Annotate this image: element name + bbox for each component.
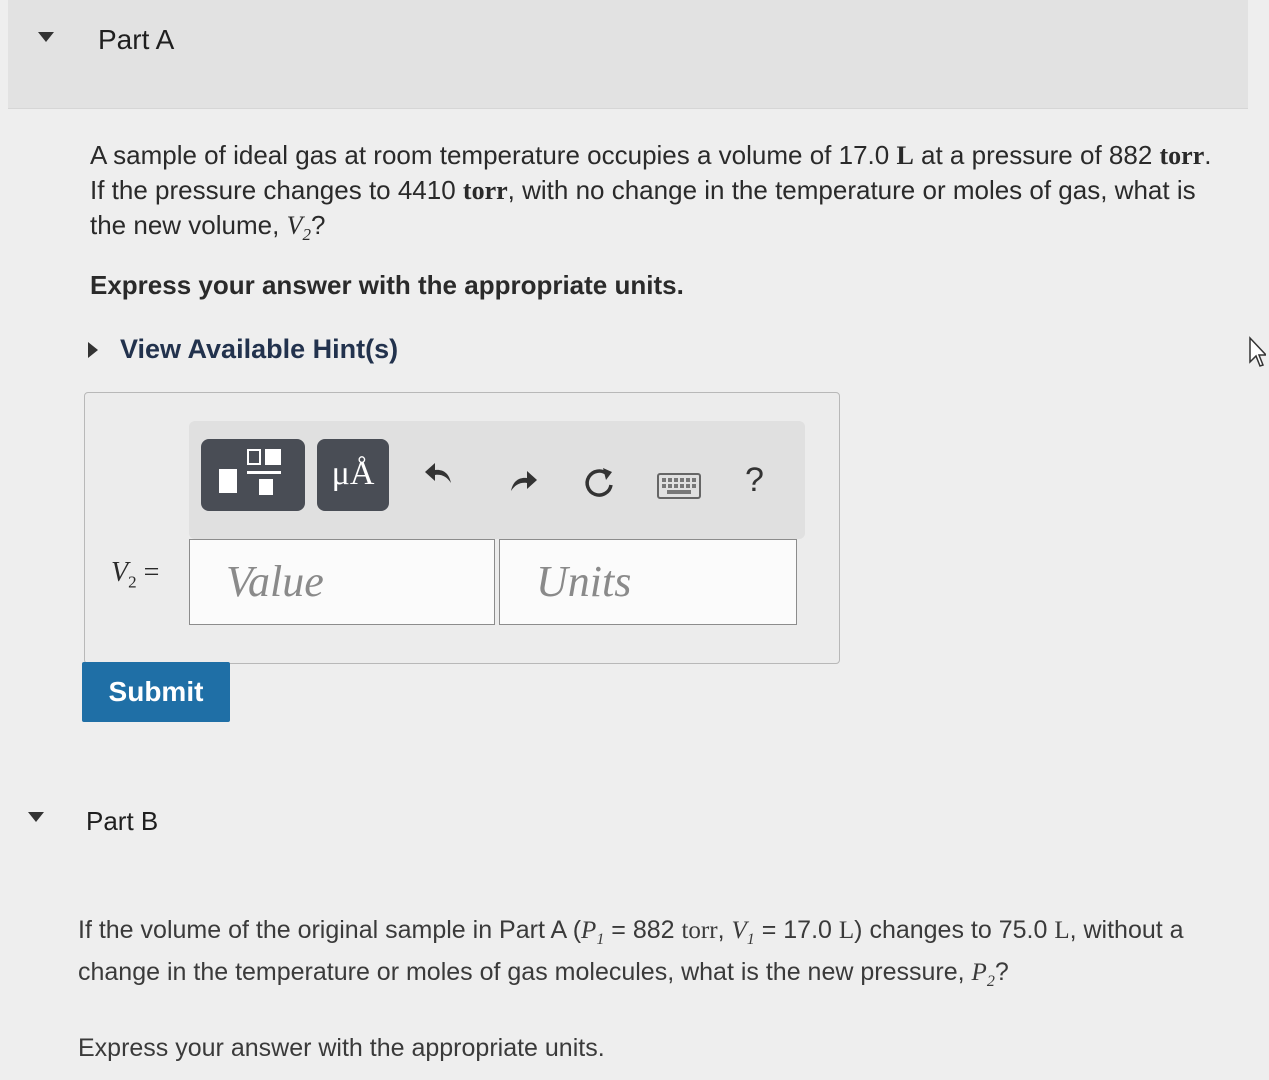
unit-liter: L — [896, 141, 914, 170]
question-text: ? — [310, 210, 326, 240]
reset-icon[interactable] — [581, 465, 617, 501]
part-a-header[interactable]: Part A — [8, 0, 1248, 109]
question-text: at a pressure of 882 — [913, 140, 1160, 170]
undo-icon[interactable] — [423, 459, 457, 489]
question-text: = 882 — [604, 916, 682, 944]
part-a-question: A sample of ideal gas at room temperatur… — [90, 138, 1230, 252]
caret-right-icon[interactable] — [88, 341, 98, 358]
question-text: , — [717, 916, 732, 944]
redo-icon[interactable] — [505, 465, 539, 495]
variable-subscript: 1 — [746, 931, 755, 948]
question-text: ) changes to 75.0 — [854, 916, 1055, 944]
part-a-title: Part A — [98, 24, 175, 55]
units-button[interactable]: μÅ — [317, 439, 389, 511]
question-text: A sample of ideal gas at room temperatur… — [90, 140, 897, 170]
question-text: = 17.0 — [754, 916, 839, 944]
answer-variable-label: V2 = — [111, 557, 159, 593]
equals-sign: = — [136, 557, 160, 588]
variable-subscript: 2 — [986, 973, 995, 990]
variable-p: P — [581, 917, 597, 944]
units-input[interactable]: Units — [499, 539, 797, 625]
express-instructions: Express your answer with the appropriate… — [90, 270, 684, 300]
unit-liter: L — [1054, 917, 1070, 944]
value-input[interactable]: Value — [189, 539, 495, 625]
question-text: ? — [994, 958, 1009, 986]
answer-box: μÅ ? V2 = Value Units — [84, 392, 840, 664]
caret-down-icon[interactable] — [28, 812, 44, 822]
part-b-question: If the volume of the original sample in … — [78, 914, 1198, 998]
variable-v: V — [286, 211, 303, 240]
math-toolbar: μÅ ? — [189, 421, 805, 539]
help-icon[interactable]: ? — [745, 461, 764, 500]
unit-torr: torr — [1159, 141, 1205, 170]
mouse-cursor-icon — [1249, 336, 1266, 367]
variable-p: P — [971, 959, 987, 986]
units-button-label: μÅ — [331, 455, 375, 492]
variable-subscript: 2 — [302, 225, 311, 245]
unit-torr: torr — [462, 176, 508, 205]
variable-subscript: 2 — [128, 572, 137, 592]
hint-link-label[interactable]: View Available Hint(s) — [120, 334, 398, 365]
part-b-title[interactable]: Part B — [86, 806, 158, 837]
variable-v: V — [111, 557, 129, 588]
templates-button[interactable] — [201, 439, 305, 511]
variable-v: V — [731, 917, 747, 944]
part-b-express-instructions: Express your answer with the appropriate… — [78, 1034, 605, 1062]
keyboard-icon[interactable] — [657, 473, 701, 499]
view-hints-link[interactable]: View Available Hint(s) — [88, 334, 398, 365]
caret-down-icon[interactable] — [38, 32, 54, 42]
unit-liter: L — [838, 917, 855, 944]
unit-torr: torr — [681, 917, 718, 944]
question-text: If the volume of the original sample in … — [78, 916, 582, 944]
submit-button[interactable]: Submit — [82, 662, 230, 722]
